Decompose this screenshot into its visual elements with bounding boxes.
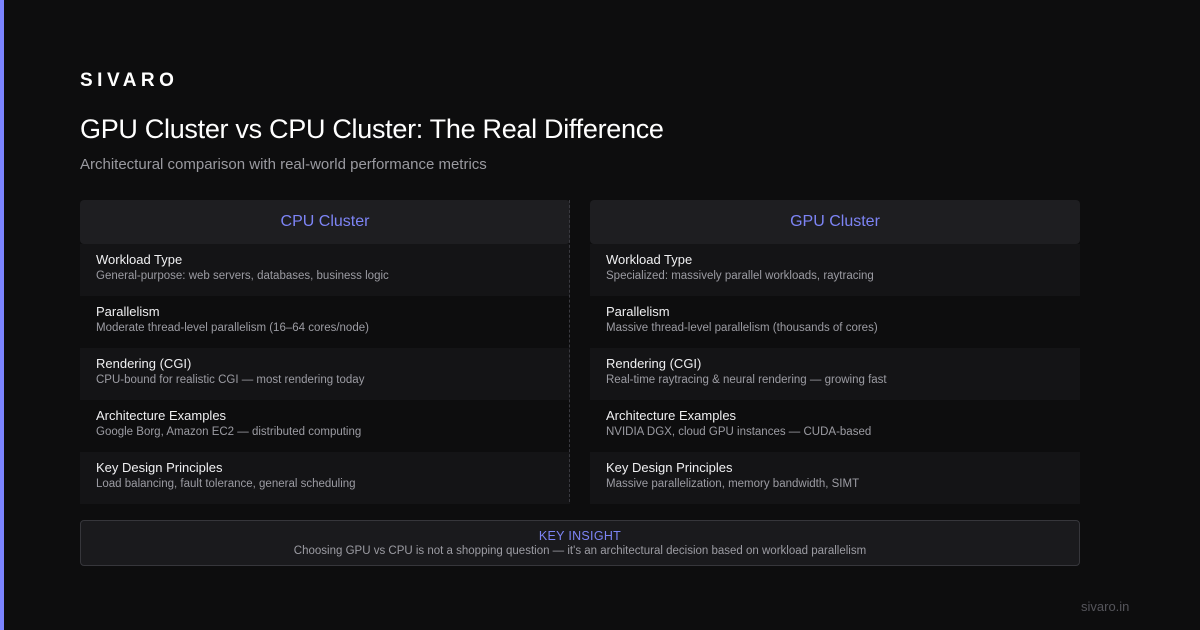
key-insight-title: KEY INSIGHT xyxy=(538,529,622,543)
comparison-row: Architecture Examples NVIDIA DGX, cloud … xyxy=(590,400,1080,452)
row-value: Real-time raytracing & neural rendering … xyxy=(606,374,887,386)
row-label: Parallelism xyxy=(96,304,160,319)
row-value: Massive thread-level parallelism (thousa… xyxy=(606,322,878,334)
row-label: Key Design Principles xyxy=(96,460,223,475)
page-subtitle: Architectural comparison with real-world… xyxy=(80,156,487,173)
comparison-row: Rendering (CGI) CPU-bound for realistic … xyxy=(80,348,570,400)
comparison-row: Key Design Principles Load balancing, fa… xyxy=(80,452,570,504)
row-label: Key Design Principles xyxy=(606,460,733,475)
row-label: Parallelism xyxy=(606,304,670,319)
comparison-row: Architecture Examples Google Borg, Amazo… xyxy=(80,400,570,452)
comparison-row: Rendering (CGI) Real-time raytracing & n… xyxy=(590,348,1080,400)
comparison-row: Workload Type General-purpose: web serve… xyxy=(80,244,570,296)
row-value: Massive parallelization, memory bandwidt… xyxy=(606,478,860,490)
cpu-cluster-column: CPU Cluster Workload Type General-purpos… xyxy=(80,200,570,504)
brand-logo: SIVARO xyxy=(80,70,179,91)
key-insight-box: KEY INSIGHT Choosing GPU vs CPU is not a… xyxy=(80,520,1080,566)
comparison-row: Parallelism Moderate thread-level parall… xyxy=(80,296,570,348)
comparison-row: Workload Type Specialized: massively par… xyxy=(590,244,1080,296)
row-label: Architecture Examples xyxy=(606,408,737,423)
comparison-row: Key Design Principles Massive paralleliz… xyxy=(590,452,1080,504)
row-label: Architecture Examples xyxy=(96,408,227,423)
row-value: Specialized: massively parallel workload… xyxy=(606,270,874,282)
column-divider xyxy=(569,200,570,502)
page-title: GPU Cluster vs CPU Cluster: The Real Dif… xyxy=(80,114,664,144)
gpu-cluster-header: GPU Cluster xyxy=(590,200,1080,244)
gpu-cluster-column: GPU Cluster Workload Type Specialized: m… xyxy=(590,200,1080,504)
cpu-cluster-header: CPU Cluster xyxy=(80,200,570,244)
row-value: NVIDIA DGX, cloud GPU instances — CUDA-b… xyxy=(606,426,872,438)
row-value: Google Borg, Amazon EC2 — distributed co… xyxy=(96,426,362,438)
row-label: Rendering (CGI) xyxy=(606,356,702,371)
key-insight-text: Choosing GPU vs CPU is not a shopping qu… xyxy=(293,545,867,557)
footer-url: sivaro.in xyxy=(1081,599,1130,614)
page: SIVARO GPU Cluster vs CPU Cluster: The R… xyxy=(0,0,1200,630)
row-value: General-purpose: web servers, databases,… xyxy=(96,270,389,282)
comparison-row: Parallelism Massive thread-level paralle… xyxy=(590,296,1080,348)
row-label: Rendering (CGI) xyxy=(96,356,192,371)
row-value: Load balancing, fault tolerance, general… xyxy=(96,478,356,490)
row-label: Workload Type xyxy=(96,252,183,267)
row-value: CPU-bound for realistic CGI — most rende… xyxy=(96,374,365,386)
row-value: Moderate thread-level parallelism (16–64… xyxy=(96,322,369,334)
accent-bar xyxy=(0,0,4,630)
row-label: Workload Type xyxy=(606,252,693,267)
